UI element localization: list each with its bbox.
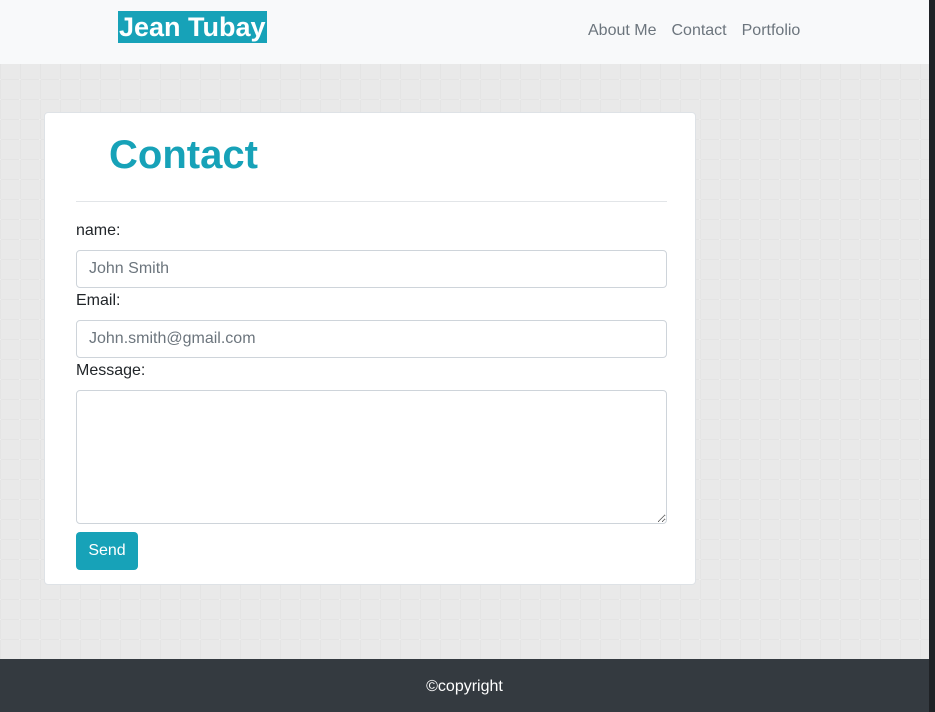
- name-input[interactable]: [76, 250, 667, 288]
- nav-link-contact[interactable]: Contact: [671, 20, 726, 42]
- email-input[interactable]: [76, 320, 667, 358]
- top-navbar: Jean Tubay About Me Contact Portfolio: [0, 0, 929, 64]
- page-footer: ©copyright: [0, 659, 929, 712]
- title-divider: [76, 201, 667, 202]
- nav-link-portfolio[interactable]: Portfolio: [742, 20, 801, 42]
- nav-links: About Me Contact Portfolio: [588, 20, 800, 42]
- name-label: name:: [76, 222, 121, 239]
- nav-link-about-me[interactable]: About Me: [588, 20, 656, 42]
- brand-logo-link[interactable]: Jean Tubay: [118, 11, 267, 43]
- email-label: Email:: [76, 292, 121, 309]
- window-edge-strip: [929, 0, 935, 712]
- send-button[interactable]: Send: [76, 532, 138, 570]
- message-textarea[interactable]: [76, 390, 667, 524]
- footer-copyright: ©copyright: [426, 678, 503, 695]
- page-title: Contact: [109, 133, 258, 177]
- contact-card: Contact name: Email: Message: Send: [44, 112, 696, 585]
- message-label: Message:: [76, 362, 146, 379]
